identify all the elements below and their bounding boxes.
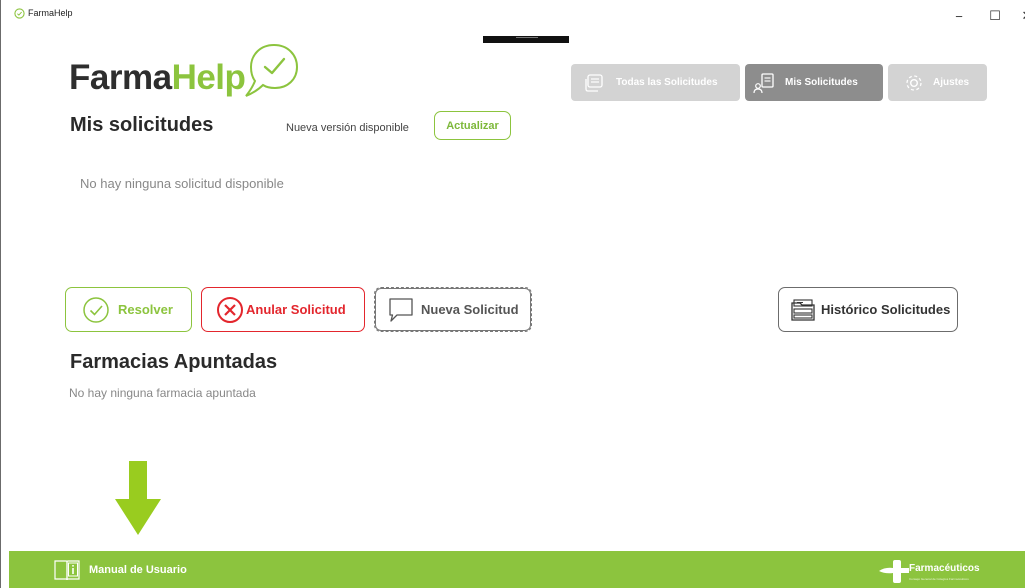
new-request-label: Nueva Solicitud <box>421 302 519 317</box>
footer-bar: Manual de Usuario Farmacéuticos Consejo … <box>9 551 1025 588</box>
pharmacy-cross-icon <box>879 560 909 583</box>
nav-my-requests-button[interactable]: Mis Solicitudes <box>745 64 883 101</box>
resolve-label: Resolver <box>118 302 173 317</box>
nav-all-requests-button[interactable]: Todas las Solicitudes <box>571 64 740 101</box>
my-requests-title: Mis solicitudes <box>70 114 214 136</box>
maximize-button[interactable]: ☐ <box>981 6 1009 26</box>
user-manual-link[interactable]: Manual de Usuario <box>53 558 187 582</box>
brand-name: Farmacéuticos <box>909 563 980 574</box>
history-label: Histórico Solicitudes <box>821 302 951 317</box>
nav-settings-button[interactable]: Ajustes <box>888 64 987 101</box>
arrow-down-icon <box>115 461 161 535</box>
requests-list-icon <box>585 73 603 92</box>
history-button[interactable]: Histórico Solicitudes <box>778 287 958 332</box>
logo-text-farma: Farma <box>69 58 172 97</box>
minimize-button[interactable]: − <box>945 6 973 26</box>
logo-text-help: Help <box>171 58 246 97</box>
close-button[interactable]: ✕ <box>1013 6 1025 26</box>
app-logo-icon <box>14 8 25 19</box>
nav-my-requests-label: Mis Solicitudes <box>785 77 858 88</box>
user-manual-label: Manual de Usuario <box>89 564 187 576</box>
nav-all-requests-label: Todas las Solicitudes <box>616 77 718 88</box>
pharmacies-title: Farmacias Apuntadas <box>70 351 278 373</box>
requests-empty-message: No hay ninguna solicitud disponible <box>80 176 284 191</box>
check-circle-icon <box>83 296 109 323</box>
filing-cabinet-icon <box>791 298 815 321</box>
window-title: FarmaHelp <box>28 8 73 18</box>
cancel-request-label: Anular Solicitud <box>246 302 346 317</box>
brand-subtitle: Consejo General de Colegios Farmacéutico… <box>909 577 969 581</box>
brand-logo: Farmacéuticos Consejo General de Colegio… <box>877 557 1007 585</box>
resolve-button[interactable]: Resolver <box>65 287 192 332</box>
nav-settings-label: Ajustes <box>933 77 970 88</box>
drag-handle[interactable] <box>483 36 569 43</box>
pharmacies-empty-message: No hay ninguna farmacia apuntada <box>69 386 256 400</box>
book-info-icon <box>54 560 80 581</box>
gear-icon <box>906 74 922 91</box>
app-window: FarmaHelp − ☐ ✕ FarmaHelp Todas las Soli… <box>0 0 1025 588</box>
update-notice: Nueva versión disponible <box>286 122 409 134</box>
speech-bubble-check-icon <box>245 43 299 97</box>
x-circle-icon <box>217 296 243 323</box>
update-button[interactable]: Actualizar <box>434 111 511 140</box>
app-logo: FarmaHelp <box>69 58 246 97</box>
title-bar[interactable]: FarmaHelp − ☐ ✕ <box>1 0 1025 43</box>
user-document-icon <box>753 72 774 93</box>
chat-bubble-icon <box>389 297 413 322</box>
new-request-button[interactable]: Nueva Solicitud <box>374 287 532 332</box>
cancel-request-button[interactable]: Anular Solicitud <box>201 287 365 332</box>
